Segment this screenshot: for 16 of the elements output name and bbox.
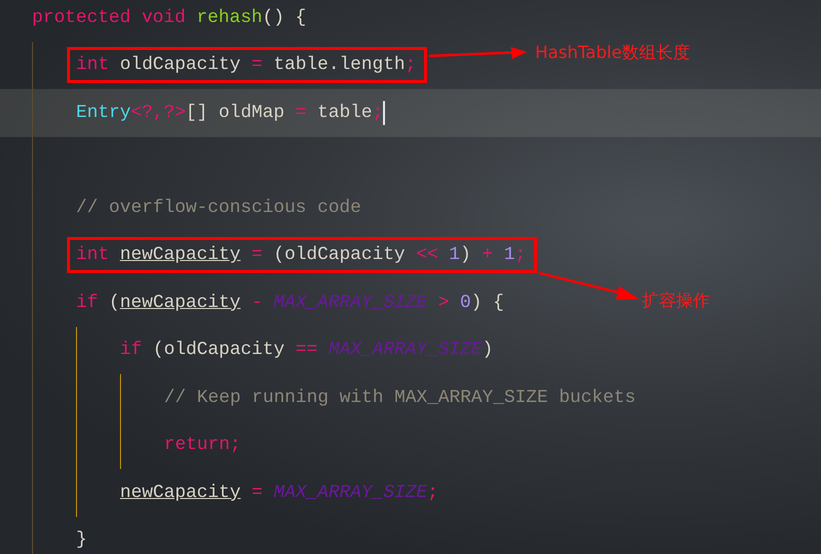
code-line: return; bbox=[164, 434, 241, 458]
code-line: int oldCapacity = table.length; bbox=[76, 54, 416, 78]
code-line: if (newCapacity - MAX_ARRAY_SIZE > 0) { bbox=[76, 292, 504, 315]
arrow-icon bbox=[538, 271, 639, 302]
code-line: // Keep running with MAX_ARRAY_SIZE buckets bbox=[164, 386, 636, 410]
code-line: } bbox=[76, 529, 87, 552]
annotation-label: HashTable数组长度 bbox=[535, 42, 690, 64]
code-line: // overflow-conscious code bbox=[76, 196, 362, 220]
code-line: protected void rehash() { bbox=[32, 6, 306, 30]
code-line: int newCapacity = (oldCapacity << 1) + 1; bbox=[76, 244, 526, 268]
code-line: Entry<?,?>[] oldMap = table; bbox=[76, 100, 386, 125]
code-line: if (oldCapacity == MAX_ARRAY_SIZE) bbox=[120, 339, 494, 362]
text-cursor bbox=[383, 100, 386, 125]
arrow-icon bbox=[429, 47, 528, 62]
annotation-label: 扩容操作 bbox=[642, 290, 710, 312]
code-line: newCapacity = MAX_ARRAY_SIZE; bbox=[120, 482, 438, 505]
